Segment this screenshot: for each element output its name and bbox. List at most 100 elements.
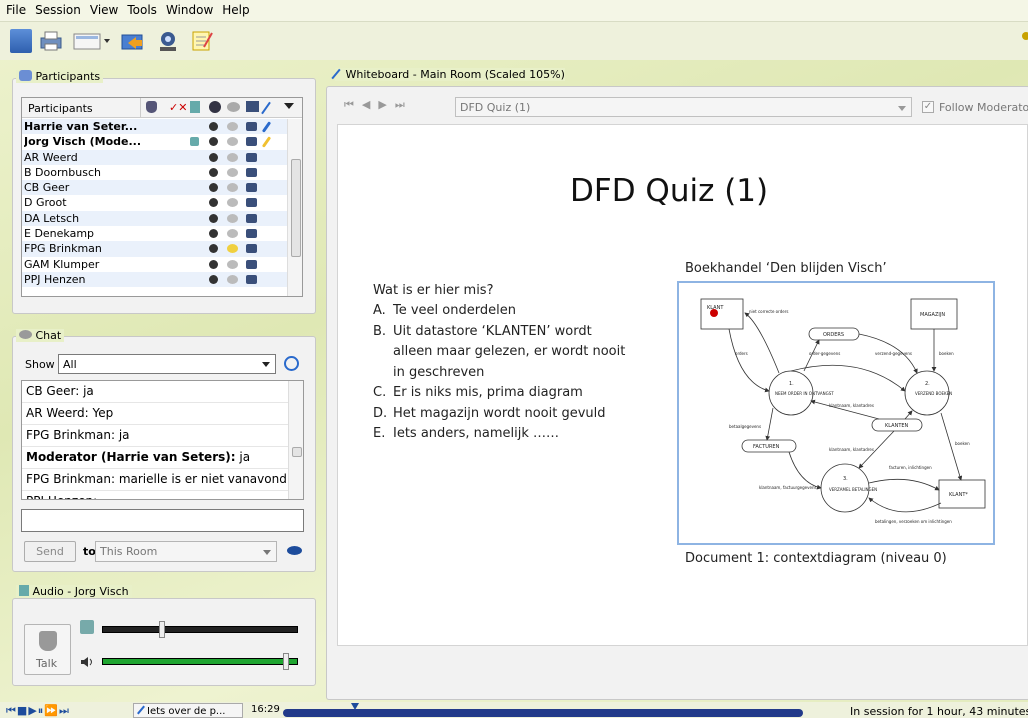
slide-option: C. Er is niks mis, prima diagram [373, 383, 673, 404]
chat-message-input[interactable] [21, 509, 304, 532]
dfd-text: orders [735, 351, 748, 356]
menu-help[interactable]: Help [216, 0, 252, 17]
fast-forward-icon[interactable]: ⏩ [44, 704, 59, 717]
last-page-icon[interactable]: ⏭ [395, 98, 413, 111]
notes-icon[interactable] [190, 29, 214, 53]
dfd-text: NEEM ORDER IN ONTVANGST [775, 391, 834, 396]
dfd-text: ORDERS [823, 332, 844, 338]
participant-row[interactable]: GAM Klumper [22, 256, 287, 272]
participant-row[interactable]: Harrie van Seter... [22, 119, 287, 135]
whiteboard-column-icon[interactable] [261, 101, 271, 115]
slide-option-text: Iets anders, namelijk …… [393, 426, 560, 441]
menu-bar: File Session View Tools Window Help [0, 0, 1028, 22]
layout-dropdown-icon[interactable] [72, 29, 112, 53]
approval-icon[interactable]: ✓✕ [169, 101, 187, 114]
webcam-icon [209, 244, 218, 254]
chat-recipient-select[interactable]: This Room [95, 541, 277, 562]
participant-row[interactable]: D Groot [22, 195, 287, 211]
dfd-text: klantnaam, klantadres [829, 447, 874, 452]
chat-status-icon [227, 198, 238, 208]
participant-row[interactable]: FPG Brinkman [22, 241, 287, 257]
whiteboard-canvas[interactable]: DFD Quiz (1) Wat is er hier mis? A. Te ve… [337, 124, 1028, 646]
chat-scrollbar[interactable] [288, 381, 303, 499]
playback-controls: ⏮■▶⏸⏩⏭ [6, 704, 70, 718]
eye-icon[interactable] [287, 546, 302, 555]
microphone-volume-slider[interactable] [102, 621, 298, 638]
stop-icon[interactable]: ■ [17, 704, 28, 717]
menu-file[interactable]: File [0, 0, 29, 17]
skip-end-icon[interactable]: ⏭ [59, 704, 70, 717]
participants-scroll-thumb[interactable] [291, 159, 301, 257]
participants-scrollbar[interactable] [287, 119, 302, 296]
hand-raise-icon[interactable] [146, 101, 157, 113]
rewind-start-icon[interactable]: ⏮ [6, 704, 17, 717]
dfd-text: betalingen, verzoeken om inlichtingen [875, 519, 952, 524]
chat-message: FPG Brinkman: ja [22, 425, 288, 447]
next-page-icon[interactable]: ▶ [378, 98, 394, 111]
webcam-icon[interactable] [154, 29, 182, 53]
participant-name: PPJ Henzen [24, 272, 86, 286]
dfd-text: order-gegevens [809, 351, 840, 356]
participant-row[interactable]: PPJ Henzen [22, 271, 287, 288]
participants-rows: Harrie van Seter... Jorg Visch (Mode... AR… [22, 119, 287, 288]
participant-row[interactable]: Jorg Visch (Mode... [22, 134, 287, 150]
screen-share-icon [246, 229, 257, 239]
print-icon[interactable] [38, 29, 64, 53]
webcam-column-icon[interactable] [209, 101, 221, 113]
participants-header: Participants ✓✕ [22, 98, 302, 118]
microphone-icon[interactable] [190, 101, 200, 113]
slide-option-text: Uit datastore ‘KLANTEN’ wordt [393, 323, 592, 339]
chat-author: PPJ Henzen: [26, 494, 97, 499]
send-button[interactable]: Send [24, 541, 76, 562]
clock-icon[interactable] [284, 356, 299, 371]
first-page-icon[interactable]: ⏮ [344, 98, 362, 111]
slide-option-text: Het magazijn wordt nooit gevuld [393, 405, 606, 421]
timeline-slider[interactable] [283, 703, 803, 717]
menu-tools[interactable]: Tools [121, 0, 160, 17]
participant-row[interactable]: DA Letsch [22, 210, 287, 227]
chat-author: AR Weerd: [26, 406, 89, 420]
speaker-volume-slider[interactable] [102, 653, 298, 670]
chat-column-icon[interactable] [227, 102, 240, 112]
participant-row[interactable]: CB Geer [22, 180, 287, 196]
recording-item-label: Iets over de p... [147, 706, 226, 717]
dfd-text: 2. [925, 381, 930, 387]
talk-button[interactable]: Talk [24, 624, 71, 675]
webcam-icon [209, 259, 218, 269]
participant-row[interactable]: E Denekamp [22, 226, 287, 242]
microphone-icon [39, 631, 57, 651]
participant-row[interactable]: B Doornbusch [22, 164, 287, 181]
talk-label: Talk [36, 657, 58, 670]
dfd-text: facturen, inlichtingen [889, 465, 932, 470]
chat-messages[interactable]: CB Geer: ja AR Weerd: Yep FPG Brinkman: ja… [21, 380, 304, 500]
page-select[interactable]: DFD Quiz (1) [455, 97, 912, 117]
menu-view[interactable]: View [84, 0, 121, 17]
chat-scroll-thumb[interactable] [292, 447, 302, 457]
participants-column-header[interactable]: Participants [28, 102, 93, 115]
microphone-slider-thumb[interactable] [159, 621, 165, 638]
participant-row[interactable]: AR Weerd [22, 149, 287, 165]
dfd-text: FACTUREN [753, 444, 780, 450]
screen-share-icon [246, 244, 257, 254]
chat-message: AR Weerd: Yep [22, 403, 288, 425]
slide-option: in geschreven [373, 363, 673, 384]
diagram-title: Boekhandel ‘Den blijden Visch’ [685, 261, 887, 276]
follow-moderator-checkbox[interactable]: ✓ [922, 101, 934, 113]
column-menu-icon[interactable] [284, 103, 294, 109]
chat-status-icon [227, 122, 238, 131]
participant-name: GAM Klumper [24, 257, 100, 271]
chat-filter-select[interactable]: All [58, 354, 276, 374]
previous-page-icon[interactable]: ◀ [362, 98, 378, 111]
screen-share-column-icon[interactable] [246, 101, 259, 112]
speaker-slider-thumb[interactable] [283, 653, 289, 670]
recording-item-select[interactable]: Iets over de p... [133, 703, 243, 718]
timeline-thumb[interactable] [351, 703, 359, 710]
microphone-icon [19, 585, 29, 596]
menu-session[interactable]: Session [29, 0, 84, 17]
share-icon[interactable] [120, 29, 146, 53]
pen-icon [137, 705, 145, 715]
save-icon[interactable] [10, 29, 32, 53]
play-icon[interactable]: ▶ [28, 704, 37, 717]
menu-window[interactable]: Window [160, 0, 216, 17]
participants-list[interactable]: Participants ✓✕ Harrie van Seter... Jorg … [21, 97, 303, 297]
